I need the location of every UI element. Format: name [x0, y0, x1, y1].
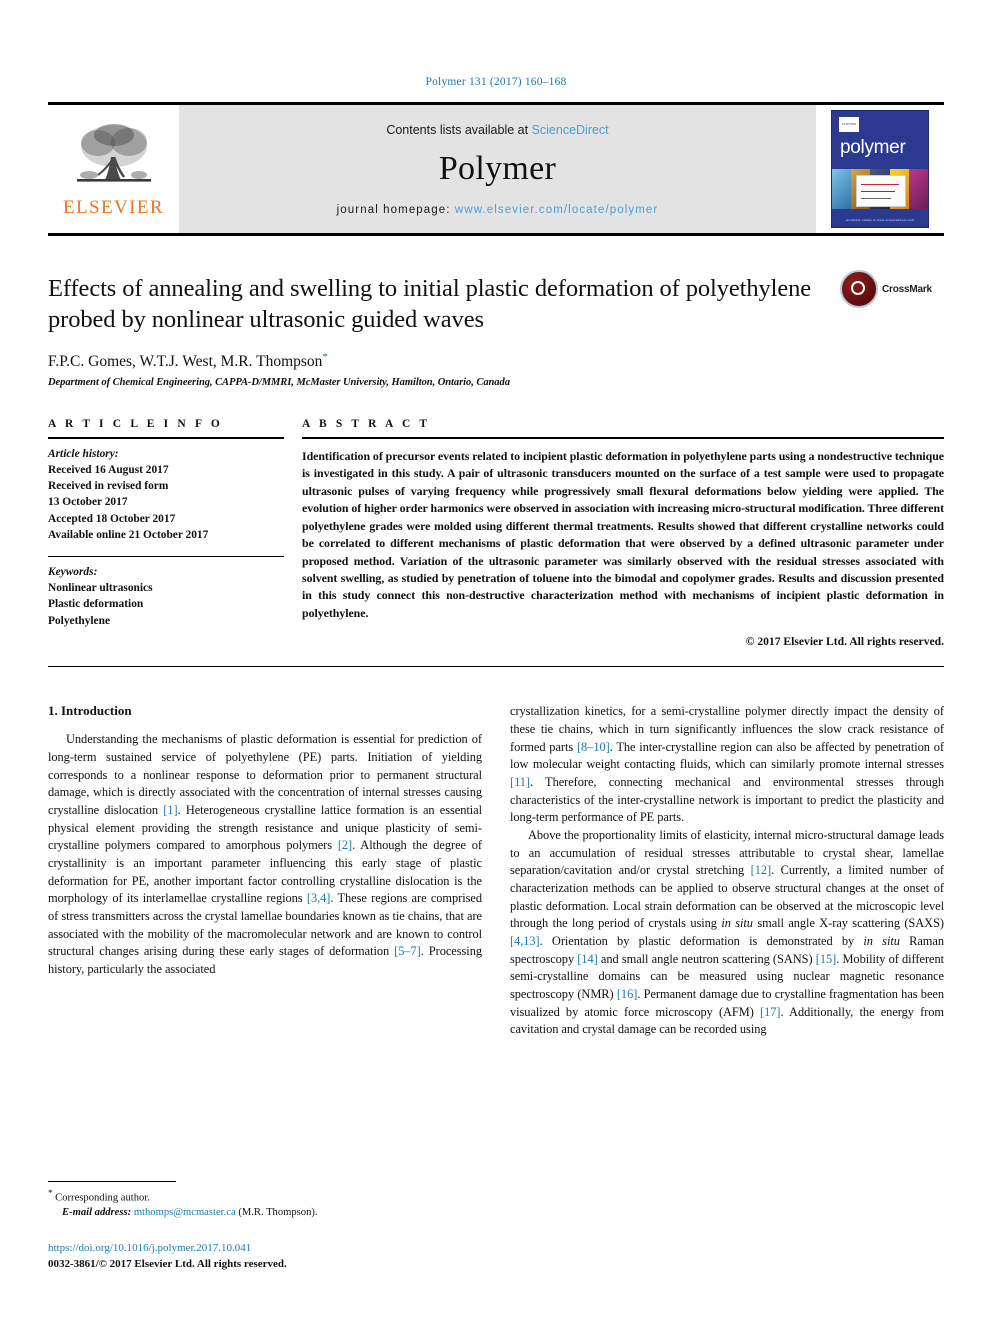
- article-history-block: Article history: Received 16 August 2017…: [48, 439, 284, 543]
- email-note: E-mail address: mthomps@mcmaster.ca (M.R…: [48, 1206, 482, 1221]
- abstract-text: Identification of precursor events relat…: [302, 448, 944, 620]
- running-head: Polymer 131 (2017) 160–168: [425, 76, 567, 88]
- cover-panel-1: [832, 169, 852, 209]
- author-list: F.P.C. Gomes, W.T.J. West, M.R. Thompson…: [48, 351, 834, 371]
- cover-inset-chart: [856, 175, 906, 207]
- info-abstract-region: A R T I C L E I N F O Article history: R…: [48, 418, 944, 648]
- article-info-heading: A R T I C L E I N F O: [48, 417, 223, 430]
- email-label: E-mail address:: [62, 1207, 132, 1219]
- citation-link[interactable]: [15]: [816, 952, 837, 966]
- history-item: Received in revised form: [48, 480, 169, 493]
- homepage-url-link[interactable]: www.elsevier.com/locate/polymer: [455, 204, 658, 216]
- keyword-item: Polyethylene: [48, 614, 111, 627]
- citation-link[interactable]: [8–10]: [577, 740, 610, 754]
- journal-masthead: ELSEVIER Contents lists available at Sci…: [48, 102, 944, 236]
- elsevier-tree-icon: [76, 124, 151, 182]
- body-columns: 1. Introduction Understanding the mechan…: [48, 703, 944, 1039]
- journal-homepage-line: journal homepage: www.elsevier.com/locat…: [337, 204, 659, 216]
- cover-publisher-badge: ELSEVIER: [839, 117, 859, 132]
- history-item: 13 October 2017: [48, 496, 128, 509]
- cover-journal-title: polymer: [840, 137, 906, 158]
- title-block: Effects of annealing and swelling to ini…: [48, 270, 944, 388]
- sciencedirect-link[interactable]: ScienceDirect: [532, 123, 609, 137]
- elsevier-wordmark: ELSEVIER: [63, 197, 164, 218]
- citation-link[interactable]: [16]: [617, 987, 638, 1001]
- paragraph: Understanding the mechanisms of plastic …: [48, 732, 483, 976]
- issn-copyright-line: 0032-3861/© 2017 Elsevier Ltd. All right…: [48, 1258, 287, 1271]
- affiliation: Department of Chemical Engineering, CAPP…: [48, 376, 510, 388]
- body-column-right: crystallization kinetics, for a semi-cry…: [510, 703, 944, 1039]
- abstract-heading: A B S T R A C T: [302, 417, 431, 430]
- citation-link[interactable]: [17]: [760, 1005, 781, 1019]
- citation-link[interactable]: [1]: [163, 803, 177, 817]
- keywords-block: Keywords: Nonlinear ultrasonics Plastic …: [48, 557, 284, 629]
- cover-image: ELSEVIER polymer Available online at www…: [831, 110, 929, 228]
- article-info-column: A R T I C L E I N F O Article history: R…: [48, 418, 284, 648]
- citation-link[interactable]: [5–7]: [394, 944, 421, 958]
- section-heading-introduction: 1. Introduction: [48, 703, 132, 719]
- cover-footer-text: Available online at www.sciencedirect.co…: [845, 218, 915, 222]
- email-link[interactable]: mthomps@mcmaster.ca: [134, 1207, 236, 1218]
- crossmark-label: CrossMark: [882, 283, 932, 295]
- contents-available-line: Contents lists available at ScienceDirec…: [386, 123, 608, 137]
- paper-page: Polymer 131 (2017) 160–168 ELSEVIER Cont…: [0, 0, 992, 1323]
- elsevier-logo: ELSEVIER: [48, 105, 179, 233]
- keyword-item: Nonlinear ultrasonics: [48, 582, 153, 595]
- citation-link[interactable]: [11]: [510, 775, 530, 789]
- history-item: Available online 21 October 2017: [48, 528, 209, 541]
- footnote-marker: *: [48, 1187, 53, 1198]
- paragraph: crystallization kinetics, for a semi-cry…: [510, 704, 944, 825]
- footnote-rule: [48, 1180, 176, 1182]
- doi-link[interactable]: https://doi.org/10.1016/j.polymer.2017.1…: [48, 1241, 482, 1257]
- corresponding-author-text: Corresponding author.: [55, 1192, 150, 1204]
- doi-block: https://doi.org/10.1016/j.polymer.2017.1…: [48, 1241, 482, 1273]
- paragraph: Above the proportionality limits of elas…: [510, 827, 945, 1037]
- abstract-column: A B S T R A C T Identification of precur…: [302, 418, 944, 648]
- corresponding-author-note: * Corresponding author.: [48, 1187, 482, 1206]
- latin-phrase: in situ: [721, 916, 753, 931]
- cover-panel-5: [908, 169, 928, 209]
- email-suffix: (M.R. Thompson).: [238, 1207, 318, 1219]
- crossmark-badge[interactable]: CrossMark: [840, 270, 944, 308]
- keywords-label: Keywords:: [48, 566, 98, 578]
- crossmark-icon: [840, 270, 878, 308]
- keyword-item: Plastic deformation: [48, 598, 144, 611]
- body-column-left: 1. Introduction Understanding the mechan…: [48, 703, 482, 1039]
- citation-link[interactable]: [3,4]: [307, 891, 331, 905]
- citation-link[interactable]: [2]: [338, 838, 352, 852]
- article-history-label: Article history:: [48, 447, 119, 460]
- journal-cover-thumbnail: ELSEVIER polymer Available online at www…: [816, 105, 944, 233]
- history-item: Accepted 18 October 2017: [48, 512, 176, 525]
- masthead-center: Contents lists available at ScienceDirec…: [179, 105, 816, 233]
- contents-prefix: Contents lists available at: [386, 122, 532, 137]
- footnote-block: * Corresponding author. E-mail address: …: [48, 1180, 482, 1273]
- citation-link[interactable]: [14]: [577, 952, 598, 966]
- abstract-copyright: © 2017 Elsevier Ltd. All rights reserved…: [745, 635, 944, 649]
- citation-link[interactable]: [4,13]: [510, 934, 540, 948]
- latin-phrase: in situ: [863, 933, 900, 948]
- corresponding-author-marker: *: [322, 350, 328, 363]
- journal-title: Polymer: [438, 149, 557, 187]
- abstract-bottom-divider: [48, 666, 944, 668]
- citation-link[interactable]: [12]: [751, 863, 772, 877]
- homepage-prefix: journal homepage:: [336, 203, 455, 216]
- page-title: Effects of annealing and swelling to ini…: [48, 275, 812, 333]
- history-item: Received 16 August 2017: [48, 464, 169, 477]
- author-names: F.P.C. Gomes, W.T.J. West, M.R. Thompson: [48, 352, 323, 370]
